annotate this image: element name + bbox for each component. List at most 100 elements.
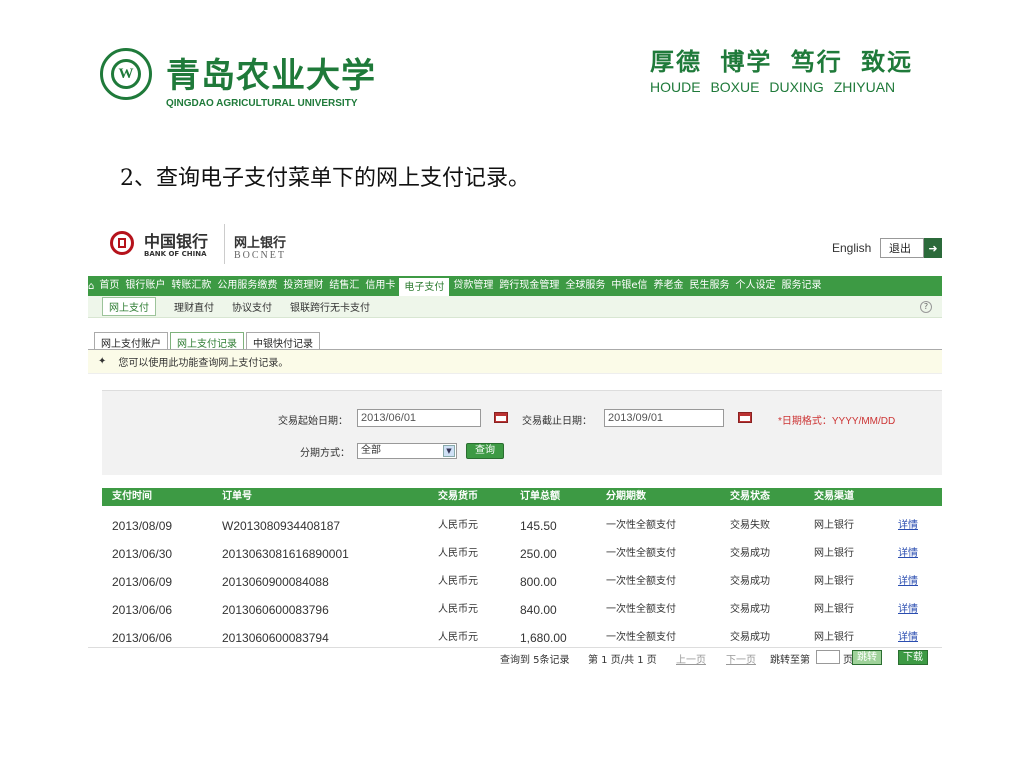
table-cell: 一次性全额支付 (606, 604, 676, 615)
table-cell: 2013/06/06 (112, 603, 173, 617)
page-number-input[interactable] (816, 650, 840, 664)
table-cell: 人民币元 (438, 604, 478, 615)
query-button[interactable]: 查询 (466, 443, 504, 459)
main-nav-item[interactable]: 首页 (96, 276, 122, 296)
language-link[interactable]: English (832, 241, 871, 255)
table-cell: 800.00 (520, 575, 557, 589)
end-date-input[interactable]: 2013/09/01 (604, 409, 724, 427)
column-header: 支付时间 (112, 491, 152, 502)
sub-nav: 网上支付 理财直付 协议支付 银联跨行无卡支付? (88, 296, 942, 318)
record-count: 查询到 5条记录 (500, 655, 570, 666)
record-tabs: 网上支付账户 网上支付记录 中银快付记录 (94, 332, 322, 355)
main-nav-item[interactable]: 民生服务 (687, 276, 733, 296)
query-panel: 交易起始日期： 2013/06/01 交易截止日期： 2013/09/01 *日… (102, 390, 942, 475)
next-page-link[interactable]: 下一页 (726, 651, 756, 666)
pin-icon: ✦ (98, 356, 107, 367)
table-row: 2013/06/06 2013060600083796 人民币元 840.00 一次性全… (102, 596, 942, 624)
prev-page-link[interactable]: 上一页 (676, 651, 706, 666)
table-cell: 交易成功 (730, 576, 770, 587)
home-icon[interactable]: ⌂ (88, 281, 96, 292)
logout-arrow-icon[interactable]: ➜ (924, 238, 942, 258)
table-cell: 2013060600083796 (222, 603, 329, 617)
table-cell: 2013/08/09 (112, 519, 173, 533)
main-nav-item[interactable]: 转账汇款 (168, 276, 214, 296)
tab-2[interactable]: 中银快付记录 (246, 332, 320, 350)
start-date-label: 交易起始日期： (278, 416, 348, 427)
start-calendar-icon[interactable] (494, 412, 508, 423)
table-cell: 一次性全额支付 (606, 548, 676, 559)
table-row: 2013/06/30 2013063081616890001 人民币元 250.00 一… (102, 540, 942, 568)
details-link[interactable]: 详情 (898, 540, 918, 568)
chevron-down-icon[interactable]: ▼ (443, 445, 455, 457)
download-button[interactable]: 下载 (898, 650, 928, 665)
details-link[interactable]: 详情 (898, 596, 918, 624)
main-nav-item[interactable]: 服务记录 (779, 276, 825, 296)
table-cell: 一次性全额支付 (606, 520, 676, 531)
column-header: 交易货币 (438, 491, 478, 502)
notice-bar: ✦ 您可以使用此功能查询网上支付记录。 (88, 350, 942, 374)
sub-nav-item[interactable]: 银联跨行无卡支付 (290, 299, 370, 314)
university-motto: 厚德 博学 笃行 致远 HOUDE BOXUE DUXING ZHIYUAN (650, 42, 940, 95)
main-nav-item[interactable]: 投资理财 (280, 276, 326, 296)
logout-button[interactable]: 退出 (880, 238, 924, 258)
main-nav-item[interactable]: 结售汇 (326, 276, 362, 296)
product-name-cn: 网上银行 (234, 236, 287, 251)
boc-logo-icon (110, 231, 134, 255)
table-cell: 840.00 (520, 603, 557, 617)
sub-nav-item[interactable]: 理财直付 (174, 299, 214, 314)
installment-selected-value: 全部 (361, 445, 381, 456)
jump-button[interactable]: 跳转 (852, 650, 882, 665)
table-cell: 250.00 (520, 547, 557, 561)
main-nav-item[interactable]: 养老金 (651, 276, 687, 296)
details-link[interactable]: 详情 (898, 512, 918, 540)
main-nav-item[interactable]: 贷款管理 (450, 276, 496, 296)
table-cell: 人民币元 (438, 576, 478, 587)
help-icon[interactable]: ? (920, 301, 932, 313)
main-nav-item[interactable]: 银行账户 (122, 276, 168, 296)
installment-select[interactable]: 全部 ▼ (357, 443, 457, 459)
bank-name-cn: 中国银行 (144, 232, 209, 251)
motto-cn: 厚德 博学 笃行 致远 (650, 48, 914, 76)
motto-en: HOUDE BOXUE DUXING ZHIYUAN (650, 79, 896, 95)
university-name-en: QINGDAO AGRICULTURAL UNIVERSITY (166, 98, 358, 109)
records-table-header: 支付时间 订单号 交易货币 订单总额 分期期数 交易状态 交易渠道 (102, 488, 942, 506)
main-nav-item[interactable]: 公用服务缴费 (214, 276, 280, 296)
university-name-cn: 青岛农业大学 (166, 56, 376, 96)
main-nav-item[interactable]: 全球服务 (562, 276, 608, 296)
table-cell: 2013063081616890001 (222, 547, 349, 561)
table-cell: 网上银行 (814, 548, 854, 559)
main-nav-item[interactable]: 电子支付 (398, 276, 451, 297)
table-cell: 人民币元 (438, 520, 478, 531)
header-divider (224, 224, 225, 264)
main-nav-item[interactable]: 中银e信 (608, 276, 650, 296)
tab-0[interactable]: 网上支付账户 (94, 332, 168, 350)
column-header: 交易状态 (730, 491, 770, 502)
table-cell: W2013080934408187 (222, 519, 341, 533)
column-header: 交易渠道 (814, 491, 854, 502)
end-calendar-icon[interactable] (738, 412, 752, 423)
bank-screenshot: 中国银行 BANK OF CHINA 网上银行 BOCNET English 退… (88, 218, 942, 670)
installment-label: 分期方式： (300, 448, 350, 459)
main-nav-item[interactable]: 个人设定 (733, 276, 779, 296)
pagination-bar: 查询到 5条记录 第 1 页/共 1 页 上一页 下一页 跳转至第 页 跳转 下… (88, 647, 942, 668)
start-date-input[interactable]: 2013/06/01 (357, 409, 481, 427)
page-info: 第 1 页/共 1 页 (588, 655, 657, 666)
sub-nav-item[interactable]: 协议支付 (232, 299, 272, 314)
step-title: 2、查询电子支付菜单下的网上支付记录。 (120, 166, 530, 191)
column-header: 分期期数 (606, 491, 646, 502)
table-cell: 交易成功 (730, 548, 770, 559)
table-cell: 2013/06/30 (112, 547, 173, 561)
table-cell: 145.50 (520, 519, 557, 533)
sub-nav-item[interactable]: 网上支付 (102, 297, 156, 316)
table-cell: 人民币元 (438, 548, 478, 559)
jump-to-label: 跳转至第 (770, 655, 810, 666)
details-link[interactable]: 详情 (898, 568, 918, 596)
main-nav-item[interactable]: 跨行现金管理 (496, 276, 562, 296)
main-nav-item[interactable]: 信用卡 (362, 276, 398, 296)
table-cell: 网上银行 (814, 576, 854, 587)
bank-name-en: BANK OF CHINA (144, 250, 207, 258)
table-cell: 一次性全额支付 (606, 576, 676, 587)
table-cell: 2013/06/09 (112, 575, 173, 589)
bank-header: 中国银行 BANK OF CHINA 网上银行 BOCNET English 退… (88, 218, 942, 276)
table-cell: 网上银行 (814, 520, 854, 531)
